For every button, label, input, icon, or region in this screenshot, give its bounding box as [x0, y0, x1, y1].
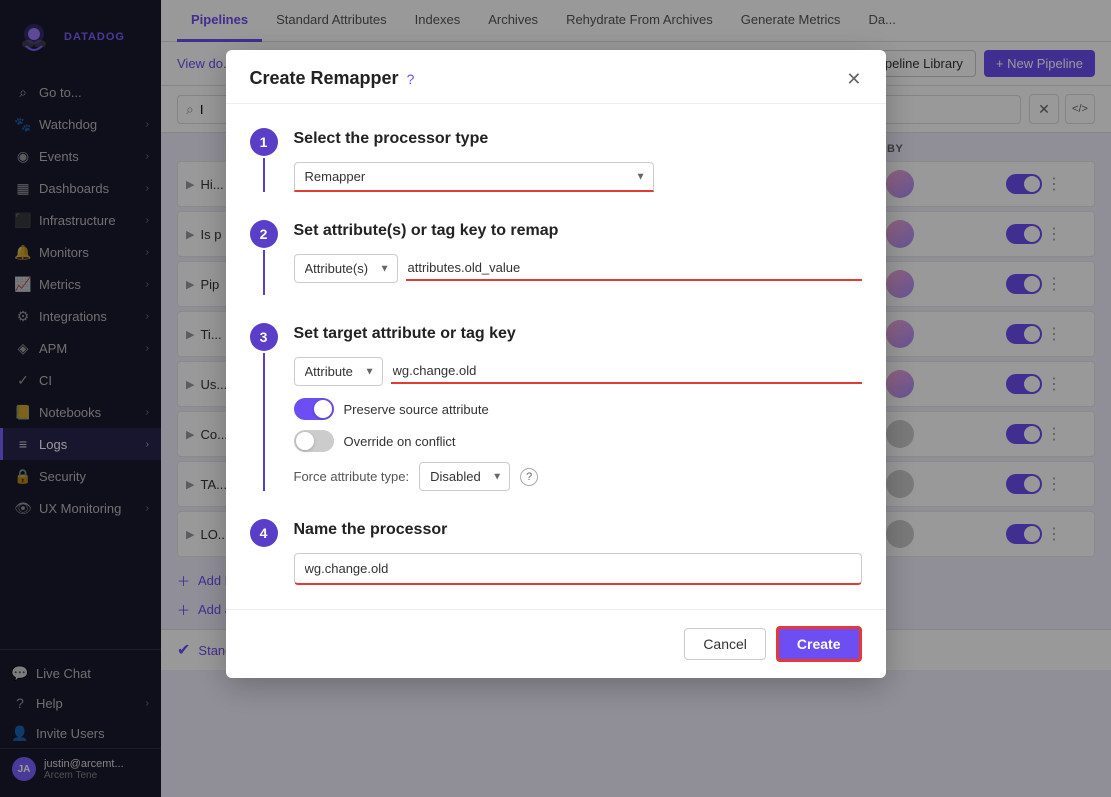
step-1-content: Select the processor type Remapper Grok …	[294, 128, 862, 192]
modal-help-icon[interactable]: ?	[407, 71, 415, 87]
preserve-source-row: Preserve source attribute	[294, 398, 862, 420]
step-4-badge: 4	[250, 519, 278, 547]
step-3-line: 3	[250, 323, 278, 491]
modal-overlay[interactable]: Create Remapper ? ✕ 1 Select the process…	[0, 0, 1111, 797]
step-3-form-row: Attribute Tag Key ▼	[294, 357, 862, 386]
step-4-content: Name the processor	[294, 519, 862, 585]
step-1-badge: 1	[250, 128, 278, 156]
step-connector	[263, 250, 265, 295]
preserve-source-toggle[interactable]	[294, 398, 334, 420]
processor-name-input[interactable]	[294, 553, 862, 585]
force-attr-row: Force attribute type: Disabled String In…	[294, 462, 862, 491]
force-attr-label: Force attribute type:	[294, 469, 410, 484]
step-3-content: Set target attribute or tag key Attribut…	[294, 323, 862, 491]
attr-type-select[interactable]: Attribute(s) Tag Key	[294, 254, 398, 283]
step-2-content: Set attribute(s) or tag key to remap Att…	[294, 220, 862, 295]
create-remapper-modal: Create Remapper ? ✕ 1 Select the process…	[226, 50, 886, 678]
step-2-form-row: Attribute(s) Tag Key ▼	[294, 254, 862, 283]
step-3-title: Set target attribute or tag key	[294, 325, 862, 343]
modal-header: Create Remapper ? ✕	[226, 50, 886, 104]
step-1-title: Select the processor type	[294, 130, 862, 148]
step-1-block: 1 Select the processor type Remapper Gro…	[250, 128, 862, 192]
target-type-select[interactable]: Attribute Tag Key	[294, 357, 383, 386]
preserve-source-label: Preserve source attribute	[344, 402, 489, 417]
target-type-select-wrap: Attribute Tag Key ▼	[294, 357, 383, 386]
step-2-title: Set attribute(s) or tag key to remap	[294, 222, 862, 240]
processor-type-select[interactable]: Remapper Grok Parser JSON Parser URL Par…	[294, 162, 654, 192]
step-connector	[263, 353, 265, 491]
step-4-line: 4	[250, 519, 278, 585]
step-connector	[263, 158, 265, 192]
override-conflict-row: Override on conflict	[294, 430, 862, 452]
target-value-input[interactable]	[391, 359, 862, 384]
step-3-block: 3 Set target attribute or tag key Attrib…	[250, 323, 862, 491]
override-conflict-label: Override on conflict	[344, 434, 456, 449]
modal-title: Create Remapper	[250, 68, 399, 89]
modal-close-button[interactable]: ✕	[846, 70, 861, 88]
override-conflict-toggle[interactable]	[294, 430, 334, 452]
create-button[interactable]: Create	[776, 626, 862, 662]
step-4-title: Name the processor	[294, 521, 862, 539]
attribute-value-input[interactable]	[406, 256, 862, 281]
modal-body: 1 Select the processor type Remapper Gro…	[226, 104, 886, 609]
attr-type-select-wrap: Attribute(s) Tag Key ▼	[294, 254, 398, 283]
force-attr-type-select[interactable]: Disabled String Integer Double Boolean A…	[419, 462, 510, 491]
step-2-line: 2	[250, 220, 278, 295]
cancel-button[interactable]: Cancel	[684, 628, 766, 660]
step-2-block: 2 Set attribute(s) or tag key to remap A…	[250, 220, 862, 295]
step-4-block: 4 Name the processor	[250, 519, 862, 585]
force-attr-help-icon[interactable]: ?	[520, 468, 538, 486]
force-attr-select-wrap: Disabled String Integer Double Boolean A…	[419, 462, 510, 491]
modal-footer: Cancel Create	[226, 609, 886, 678]
step-3-badge: 3	[250, 323, 278, 351]
step-2-badge: 2	[250, 220, 278, 248]
step-1-line: 1	[250, 128, 278, 192]
processor-type-select-wrap: Remapper Grok Parser JSON Parser URL Par…	[294, 162, 654, 192]
